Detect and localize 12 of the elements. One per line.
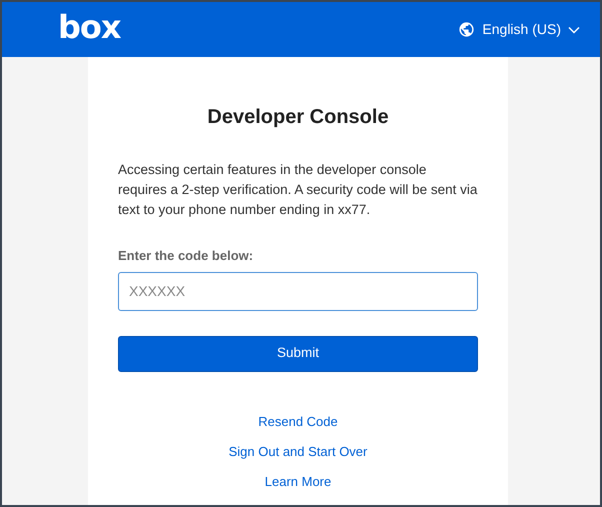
submit-button[interactable]: Submit (118, 336, 478, 372)
text-link[interactable]: Sign Out and Start Over (228, 442, 368, 462)
code-input-field[interactable]: XXXXXX (118, 272, 478, 310)
globe-icon (458, 21, 476, 38)
logo[interactable]: box (58, 10, 121, 42)
text-link[interactable]: Resend Code (258, 412, 338, 432)
text-link[interactable]: Learn More (264, 472, 332, 492)
page-title: Developer Console (206, 105, 390, 130)
chevron-down-icon (568, 26, 580, 34)
language-selector[interactable]: English (US) (458, 19, 580, 40)
verification-message: Accessing certain features in the developer console requires a 2-step verification. A security code will be sent via text to your phone number ending in xx77. (118, 161, 478, 219)
code-label: Enter the code below: (118, 247, 254, 265)
